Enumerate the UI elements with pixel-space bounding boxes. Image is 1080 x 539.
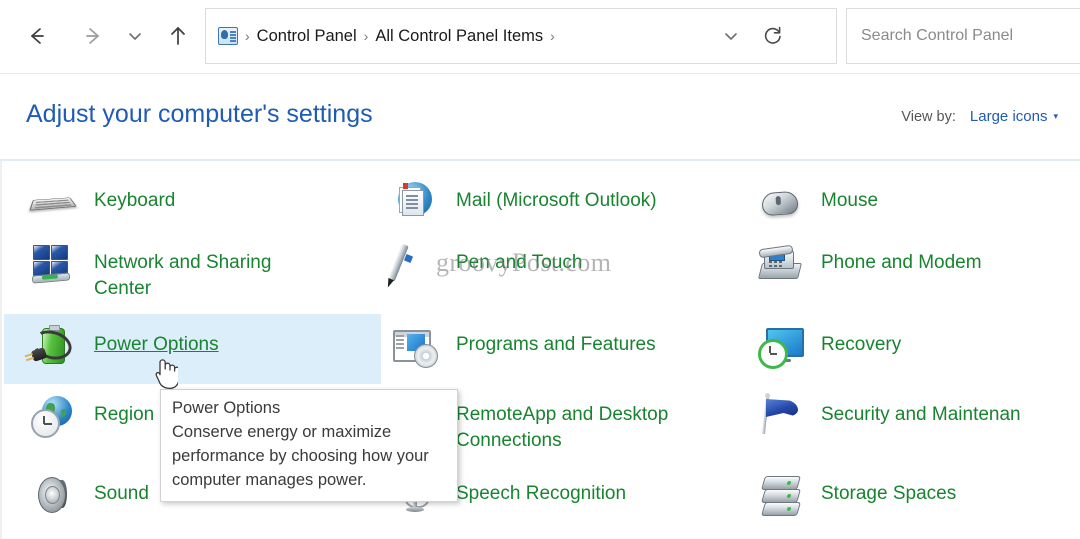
tooltip-body: Conserve energy or maximize performance … — [172, 423, 429, 489]
address-bar[interactable]: › Control Panel › All Control Panel Item… — [205, 8, 837, 64]
address-dropdown-button[interactable] — [714, 9, 748, 63]
control-panel-icon — [218, 27, 238, 45]
page-header: Adjust your computer's settings View by:… — [0, 74, 1080, 160]
item-label: Mail (Microsoft Outlook) — [456, 190, 657, 211]
region-icon — [30, 393, 76, 439]
back-button[interactable] — [16, 14, 58, 58]
item-label: Security and Maintenan — [821, 404, 1021, 425]
pen-touch-icon — [388, 241, 438, 287]
item-label: Speech Recognition — [456, 483, 627, 504]
power-options-icon — [28, 323, 76, 369]
search-input[interactable] — [847, 9, 1080, 63]
breadcrumb-separator: › — [363, 28, 369, 44]
item-programs-and-features[interactable]: Programs and Features — [392, 323, 742, 369]
breadcrumb-separator: › — [245, 28, 250, 44]
view-by-control: View by: Large icons ▾ — [901, 108, 1058, 126]
item-label: Region — [94, 404, 155, 425]
chevron-down-icon — [725, 33, 737, 40]
navigation-toolbar: › Control Panel › All Control Panel Item… — [0, 0, 1080, 74]
recent-locations-button[interactable] — [114, 14, 156, 58]
sound-icon — [30, 472, 76, 518]
item-label: Programs and Features — [456, 334, 656, 355]
phone-modem-icon — [757, 241, 803, 287]
breadcrumb-separator: › — [550, 28, 555, 44]
tooltip: Power Options Conserve energy or maximiz… — [160, 389, 458, 502]
item-keyboard[interactable]: Keyboard — [29, 179, 380, 225]
mouse-icon — [757, 179, 803, 225]
item-mouse[interactable]: Mouse — [757, 179, 1080, 225]
item-label: Storage Spaces — [821, 483, 957, 504]
item-label: Keyboard — [94, 190, 176, 211]
item-label: Power Options — [94, 334, 219, 355]
recovery-icon — [757, 323, 804, 369]
watermark: groovyPost.com — [436, 248, 612, 277]
item-network-and-sharing-center[interactable]: Network and Sharing Center — [30, 241, 380, 302]
keyboard-icon — [29, 179, 77, 225]
chevron-down-icon[interactable]: ▾ — [1053, 111, 1058, 122]
mouse-cursor-hand-icon — [152, 356, 180, 390]
mail-icon — [392, 179, 438, 225]
item-phone-and-modem[interactable]: Phone and Modem — [757, 241, 1080, 287]
forward-arrow-icon — [86, 28, 99, 44]
refresh-button[interactable] — [756, 9, 790, 63]
page-title: Adjust your computer's settings — [26, 100, 373, 128]
up-arrow-icon — [171, 27, 185, 45]
view-by-label: View by: — [901, 109, 956, 125]
item-label: Network and Sharing Center — [94, 252, 272, 299]
item-label: Sound — [94, 483, 149, 504]
item-label: Recovery — [821, 334, 902, 355]
view-by-dropdown[interactable]: Large icons ▾ — [970, 108, 1058, 126]
search-box[interactable] — [846, 8, 1080, 64]
network-sharing-icon — [30, 241, 76, 287]
back-arrow-icon — [31, 28, 44, 44]
refresh-icon — [764, 26, 781, 44]
item-label: Phone and Modem — [821, 252, 982, 273]
view-by-value[interactable]: Large icons — [970, 108, 1048, 125]
up-level-button[interactable] — [157, 14, 199, 58]
breadcrumb-all-items[interactable]: All Control Panel Items — [375, 27, 543, 46]
breadcrumb-control-panel[interactable]: Control Panel — [257, 27, 357, 46]
security-maintenance-icon — [757, 393, 803, 439]
programs-features-icon — [392, 323, 438, 369]
item-power-options[interactable]: Power Options — [28, 323, 380, 369]
item-mail[interactable]: Mail (Microsoft Outlook) — [392, 179, 742, 225]
forward-button[interactable] — [72, 14, 114, 58]
item-security-and-maintenance[interactable]: Security and Maintenan — [757, 393, 1080, 439]
control-panel-window: › Control Panel › All Control Panel Item… — [0, 0, 1080, 539]
item-label: Mouse — [821, 190, 879, 211]
item-label: RemoteApp and Desktop Connections — [456, 404, 669, 451]
tooltip-title: Power Options — [172, 399, 281, 417]
storage-spaces-icon — [757, 472, 803, 518]
chevron-down-icon — [129, 33, 141, 40]
item-recovery[interactable]: Recovery — [757, 323, 1080, 369]
item-storage-spaces[interactable]: Storage Spaces — [757, 472, 1080, 518]
